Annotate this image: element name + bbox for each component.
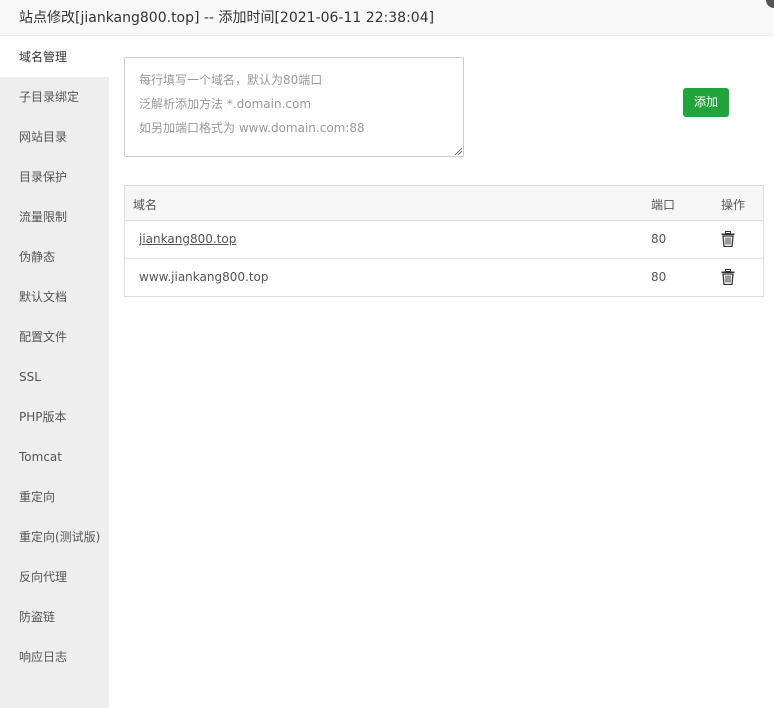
domain-input-placeholder-line-2: 泛解析添加方法 *.domain.com xyxy=(139,97,312,111)
sidebar-item-site-directory[interactable]: 网站目录 xyxy=(0,117,109,157)
sidebar-item-redirect-beta[interactable]: 重定向(测试版) xyxy=(0,517,109,557)
column-header-action: 操作 xyxy=(721,198,746,212)
table-header-row: 域名 端口 操作 xyxy=(125,186,763,221)
site-edit-dialog: 站点修改[jiankang800.top] -- 添加时间[2021-06-11… xyxy=(0,0,774,708)
domain-table: 域名 端口 操作 jiankang800.top 80 www.jiankang… xyxy=(124,185,764,297)
sidebar-item-response-log[interactable]: 响应日志 xyxy=(0,637,109,677)
column-header-domain: 域名 xyxy=(133,198,158,212)
settings-sidebar: 域名管理 子目录绑定 网站目录 目录保护 流量限制 伪静态 默认文档 配置文件 … xyxy=(0,37,109,708)
dialog-title: 站点修改[jiankang800.top] -- 添加时间[2021-06-11… xyxy=(19,10,435,26)
port-value: 80 xyxy=(651,270,667,284)
sidebar-item-domain-management[interactable]: 域名管理 xyxy=(0,37,109,77)
sidebar-item-rewrite[interactable]: 伪静态 xyxy=(0,237,109,277)
domain-input[interactable]: 每行填写一个域名，默认为80端口 泛解析添加方法 *.domain.com 如另… xyxy=(124,57,464,157)
table-row: jiankang800.top 80 xyxy=(125,221,763,259)
sidebar-item-traffic-limit[interactable]: 流量限制 xyxy=(0,197,109,237)
sidebar-item-hotlink-protection[interactable]: 防盗链 xyxy=(0,597,109,637)
trash-icon[interactable] xyxy=(721,269,735,285)
trash-icon[interactable] xyxy=(721,231,735,247)
sidebar-item-reverse-proxy[interactable]: 反向代理 xyxy=(0,557,109,597)
sidebar-item-php-version[interactable]: PHP版本 xyxy=(0,397,109,437)
domain-name: www.jiankang800.top xyxy=(139,270,269,284)
domain-input-placeholder-line-3: 如另加端口格式为 www.domain.com:88 xyxy=(139,121,365,135)
sidebar-item-redirect[interactable]: 重定向 xyxy=(0,477,109,517)
port-value: 80 xyxy=(651,232,667,246)
sidebar-item-directory-protection[interactable]: 目录保护 xyxy=(0,157,109,197)
sidebar-item-tomcat[interactable]: Tomcat xyxy=(0,437,109,477)
sidebar-item-default-document[interactable]: 默认文档 xyxy=(0,277,109,317)
domain-link[interactable]: jiankang800.top xyxy=(139,232,236,246)
table-row: www.jiankang800.top 80 xyxy=(125,259,763,296)
domain-input-placeholder-line-1: 每行填写一个域名，默认为80端口 xyxy=(139,73,323,87)
column-header-port: 端口 xyxy=(651,198,676,212)
close-icon[interactable] xyxy=(766,0,774,8)
sidebar-item-subdirectory-binding[interactable]: 子目录绑定 xyxy=(0,77,109,117)
resize-grip-icon[interactable] xyxy=(454,147,462,155)
sidebar-item-ssl[interactable]: SSL xyxy=(0,357,109,397)
sidebar-item-config-file[interactable]: 配置文件 xyxy=(0,317,109,357)
add-domain-button[interactable]: 添加 xyxy=(683,88,729,117)
dialog-titlebar: 站点修改[jiankang800.top] -- 添加时间[2021-06-11… xyxy=(0,0,774,36)
